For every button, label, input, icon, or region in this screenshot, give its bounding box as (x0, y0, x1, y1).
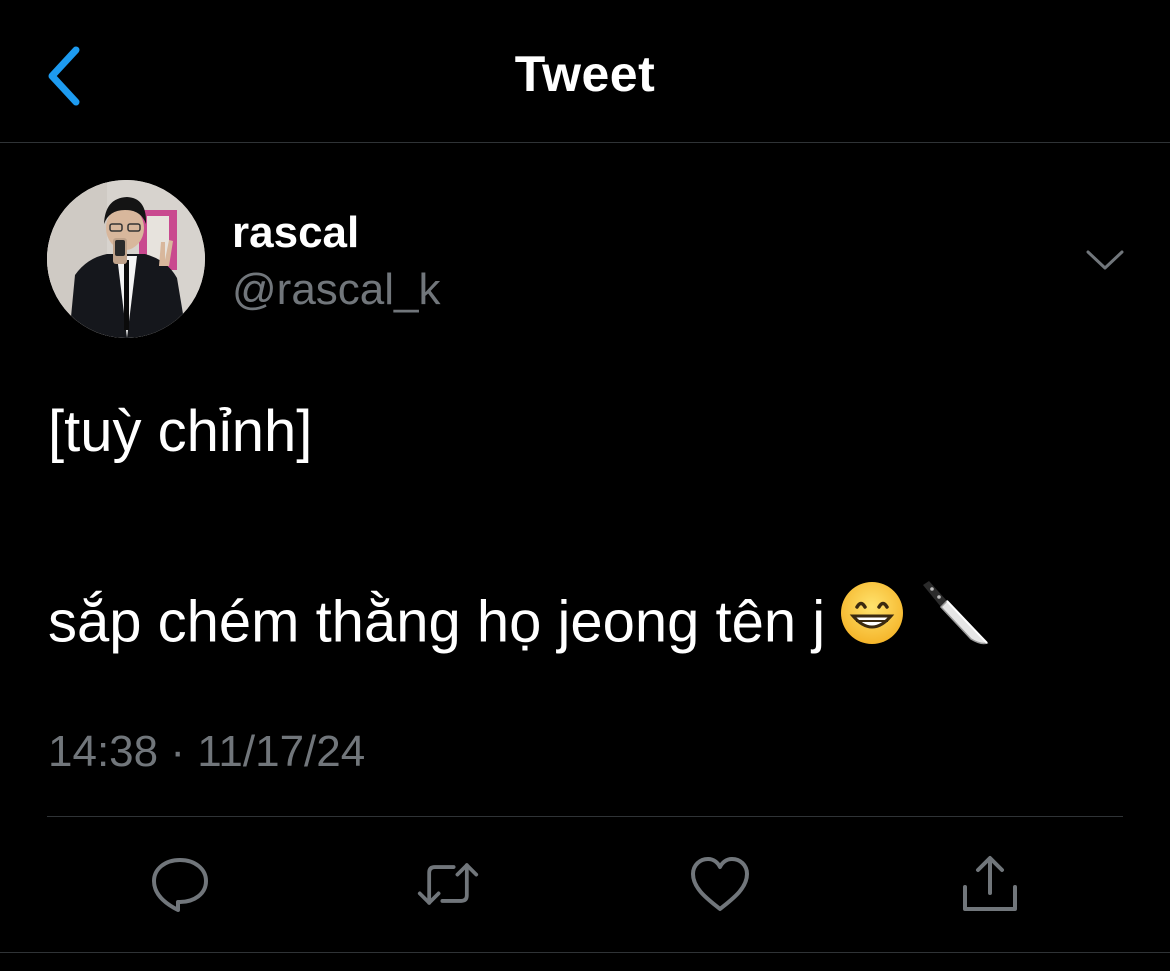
retweet-button[interactable] (416, 852, 480, 916)
reply-button[interactable] (148, 852, 212, 916)
share-button[interactable] (958, 852, 1022, 916)
bottom-divider (0, 952, 1170, 953)
divider (47, 816, 1123, 817)
display-name[interactable]: rascal (232, 208, 359, 258)
top-bar: Tweet (0, 0, 1170, 143)
page-title: Tweet (514, 46, 656, 102)
avatar[interactable] (47, 180, 205, 338)
grinning-face-emoji (839, 580, 905, 660)
heart-icon (691, 857, 749, 911)
kitchen-knife-emoji (919, 577, 991, 663)
like-button[interactable] (688, 852, 752, 916)
reply-icon (152, 858, 208, 912)
share-icon (963, 856, 1017, 911)
tweet-text-line-1: [tuỳ chỉnh] (48, 399, 313, 464)
retweet-icon (417, 863, 479, 905)
chevron-down-icon (1086, 250, 1124, 270)
user-handle[interactable]: @rascal_k (232, 265, 441, 315)
tweet-text-line-2: sắp chém thằng họ jeong tên j (48, 580, 991, 669)
tweet-timestamp[interactable]: 14:38 · 11/17/24 (48, 727, 365, 777)
avatar-photo (47, 180, 205, 338)
more-options-button[interactable] (1082, 240, 1128, 280)
tweet-text: sắp chém thằng họ jeong tên j (48, 589, 826, 655)
